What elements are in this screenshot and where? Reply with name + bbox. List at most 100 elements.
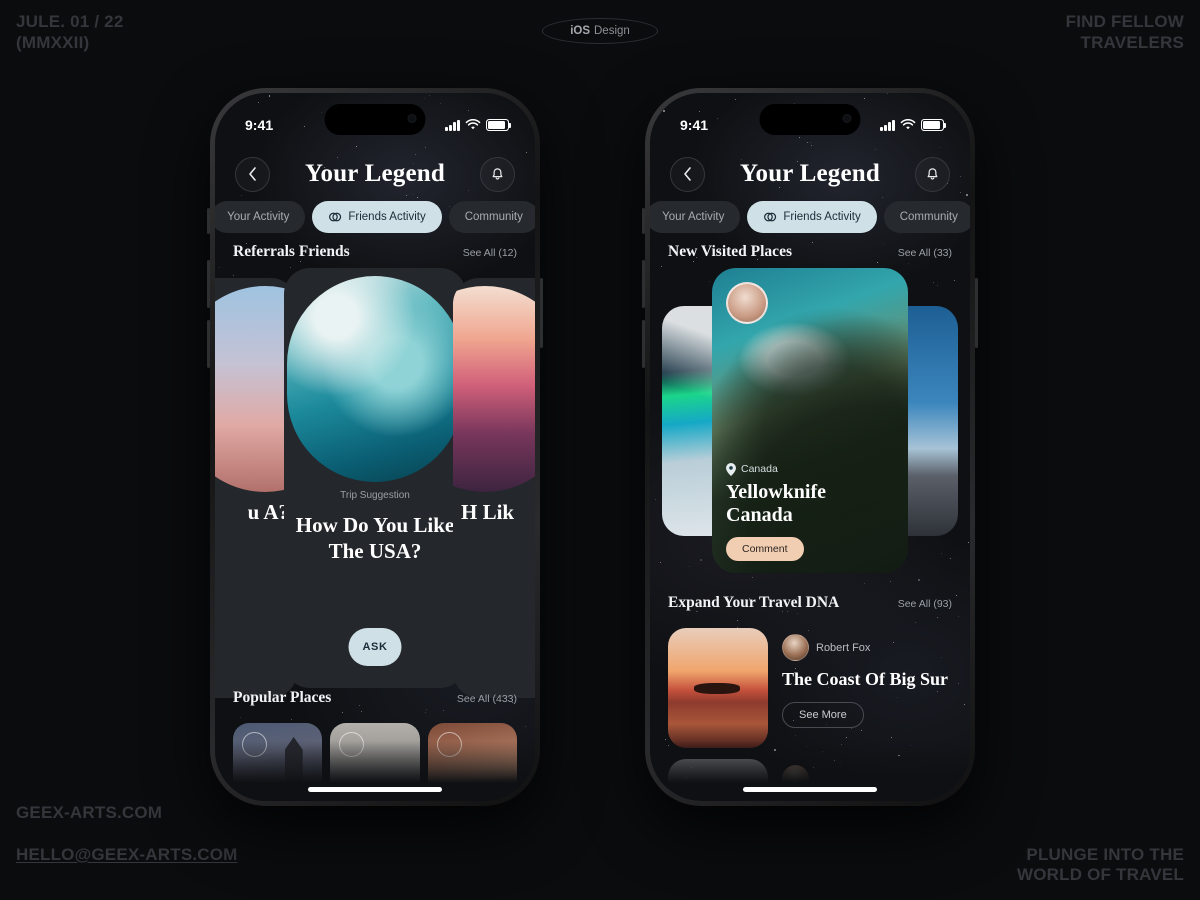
status-time: 9:41 — [245, 117, 274, 133]
article-thumbnail — [668, 759, 768, 801]
status-time: 9:41 — [680, 117, 709, 133]
volume-up-button[interactable] — [642, 260, 645, 308]
wifi-icon — [465, 119, 481, 130]
card-title: Yellowknife Canada — [726, 480, 826, 526]
tab-community-label: Community — [899, 211, 958, 223]
see-all-link[interactable]: See All (93) — [898, 598, 952, 610]
power-button[interactable] — [975, 278, 978, 348]
notifications-button[interactable] — [480, 156, 515, 192]
comment-button[interactable]: Comment — [726, 537, 804, 561]
card-image-orb — [453, 286, 535, 492]
article-info: Robert Fox The Coast Of Big Sur See More — [782, 628, 952, 748]
place-card[interactable] — [427, 723, 517, 795]
carousel-card-next[interactable]: H Lik — [453, 278, 535, 698]
carousel-card-body: Trip Suggestion How Do You Like The USA? — [284, 490, 466, 564]
notifications-button[interactable] — [915, 156, 950, 192]
dynamic-island — [324, 104, 426, 135]
mute-switch[interactable] — [642, 208, 645, 234]
mute-switch[interactable] — [207, 208, 210, 234]
poster-email[interactable]: HELLO@GEEX-ARTS.COM — [16, 845, 238, 866]
tab-your-activity-label: Your Activity — [227, 211, 290, 223]
tab-your-activity[interactable]: Your Activity — [215, 201, 306, 233]
badge-bold-text: iOS — [570, 25, 590, 37]
screen-right: 9:41 Your Legend Your Activity Friends A… — [650, 93, 970, 801]
card-kicker: Trip Suggestion — [340, 490, 410, 501]
visited-places-carousel[interactable]: Canada Yellowknife Canada Comment — [650, 268, 970, 588]
back-button[interactable] — [235, 156, 270, 192]
article-title: The Coast Of Big Sur — [782, 669, 949, 689]
volume-down-button[interactable] — [207, 320, 210, 368]
poster-website: GEEX-ARTS.COM — [16, 803, 163, 823]
travel-dna-item-next[interactable] — [668, 759, 952, 801]
tab-community[interactable]: Community — [448, 201, 535, 233]
bell-icon — [927, 167, 938, 180]
dynamic-island — [759, 104, 861, 135]
avatar[interactable] — [726, 282, 768, 324]
article-thumbnail — [668, 628, 768, 748]
tab-community[interactable]: Community — [883, 201, 970, 233]
back-button[interactable] — [670, 156, 705, 192]
section-title: New Visited Places — [668, 243, 792, 260]
badge-rest-text: Design — [594, 25, 630, 37]
tab-friends-activity-label: Friends Activity — [783, 211, 861, 223]
home-indicator[interactable] — [308, 787, 442, 792]
section-title: Popular Places — [233, 689, 332, 706]
volume-down-button[interactable] — [642, 320, 645, 368]
activity-tabs: Your Activity Friends Activity Community — [650, 201, 970, 233]
power-button[interactable] — [540, 278, 543, 348]
tab-friends-activity[interactable]: Friends Activity — [747, 201, 877, 233]
navigation-bar: Your Legend — [215, 148, 535, 200]
status-indicators — [445, 119, 512, 131]
page-title: Your Legend — [305, 160, 445, 187]
avatar — [436, 732, 462, 757]
see-more-button[interactable]: See More — [782, 701, 864, 728]
see-all-link[interactable]: See All (433) — [457, 693, 517, 705]
section-header-travel-dna: Expand Your Travel DNA See All (93) — [668, 594, 952, 612]
section-title: Expand Your Travel DNA — [668, 594, 840, 611]
battery-icon — [486, 119, 512, 131]
friends-circles-icon — [764, 212, 777, 222]
ios-design-badge: iOS Design — [542, 18, 658, 44]
carousel-card-next-title: H Lik — [461, 500, 515, 524]
status-indicators — [880, 119, 947, 131]
card-location-label: Canada — [741, 463, 778, 476]
see-all-link[interactable]: See All (33) — [898, 247, 952, 259]
activity-tabs: Your Activity Friends Activity Community — [215, 201, 535, 233]
bell-icon — [492, 167, 503, 180]
avatar — [339, 732, 365, 757]
tab-your-activity[interactable]: Your Activity — [650, 201, 741, 233]
volume-up-button[interactable] — [207, 260, 210, 308]
chevron-left-icon — [684, 167, 691, 181]
poster-tagline-top: FIND FELLOW TRAVELERS — [1065, 12, 1184, 52]
poster-date-label: JULE. 01 / 22 (MMXXII) — [16, 12, 124, 52]
ask-button[interactable]: ASK — [348, 628, 402, 666]
section-title: Referrals Friends — [233, 243, 350, 260]
section-header-popular: Popular Places See All (433) — [233, 689, 517, 707]
travel-dna-item[interactable]: Robert Fox The Coast Of Big Sur See More — [668, 628, 952, 748]
phone-mockup-right: 9:41 Your Legend Your Activity Friends A… — [642, 88, 978, 806]
home-indicator[interactable] — [743, 787, 877, 792]
page-title: Your Legend — [740, 160, 880, 187]
cellular-signal-icon — [445, 119, 460, 131]
section-header-referrals: Referrals Friends See All (12) — [233, 243, 517, 261]
place-card-featured[interactable]: Canada Yellowknife Canada Comment — [712, 268, 908, 573]
avatar — [782, 634, 809, 661]
popular-places-row — [233, 723, 517, 795]
friends-circles-icon — [329, 212, 342, 222]
card-meta: Canada Yellowknife Canada Comment — [726, 462, 894, 561]
section-header-new-visited: New Visited Places See All (33) — [668, 243, 952, 261]
author-name: Robert Fox — [816, 641, 871, 654]
card-title: How Do You Like The USA? — [295, 513, 455, 563]
see-all-link[interactable]: See All (12) — [463, 247, 517, 259]
phone-mockup-left: 9:41 Your Legend Your Activity Friends A… — [207, 88, 543, 806]
tab-your-activity-label: Your Activity — [662, 211, 725, 223]
place-card[interactable] — [233, 723, 323, 795]
poster-contact: GEEX-ARTS.COM HELLO@GEEX-ARTS.COM — [16, 782, 238, 886]
tab-community-label: Community — [464, 211, 523, 223]
referrals-carousel[interactable]: u A? Trip Suggestion How Do You Like The… — [215, 268, 535, 708]
card-location: Canada — [726, 462, 894, 476]
place-card[interactable] — [330, 723, 420, 795]
carousel-card-active[interactable]: Trip Suggestion How Do You Like The USA?… — [284, 268, 466, 688]
cellular-signal-icon — [880, 119, 895, 131]
tab-friends-activity[interactable]: Friends Activity — [312, 201, 442, 233]
